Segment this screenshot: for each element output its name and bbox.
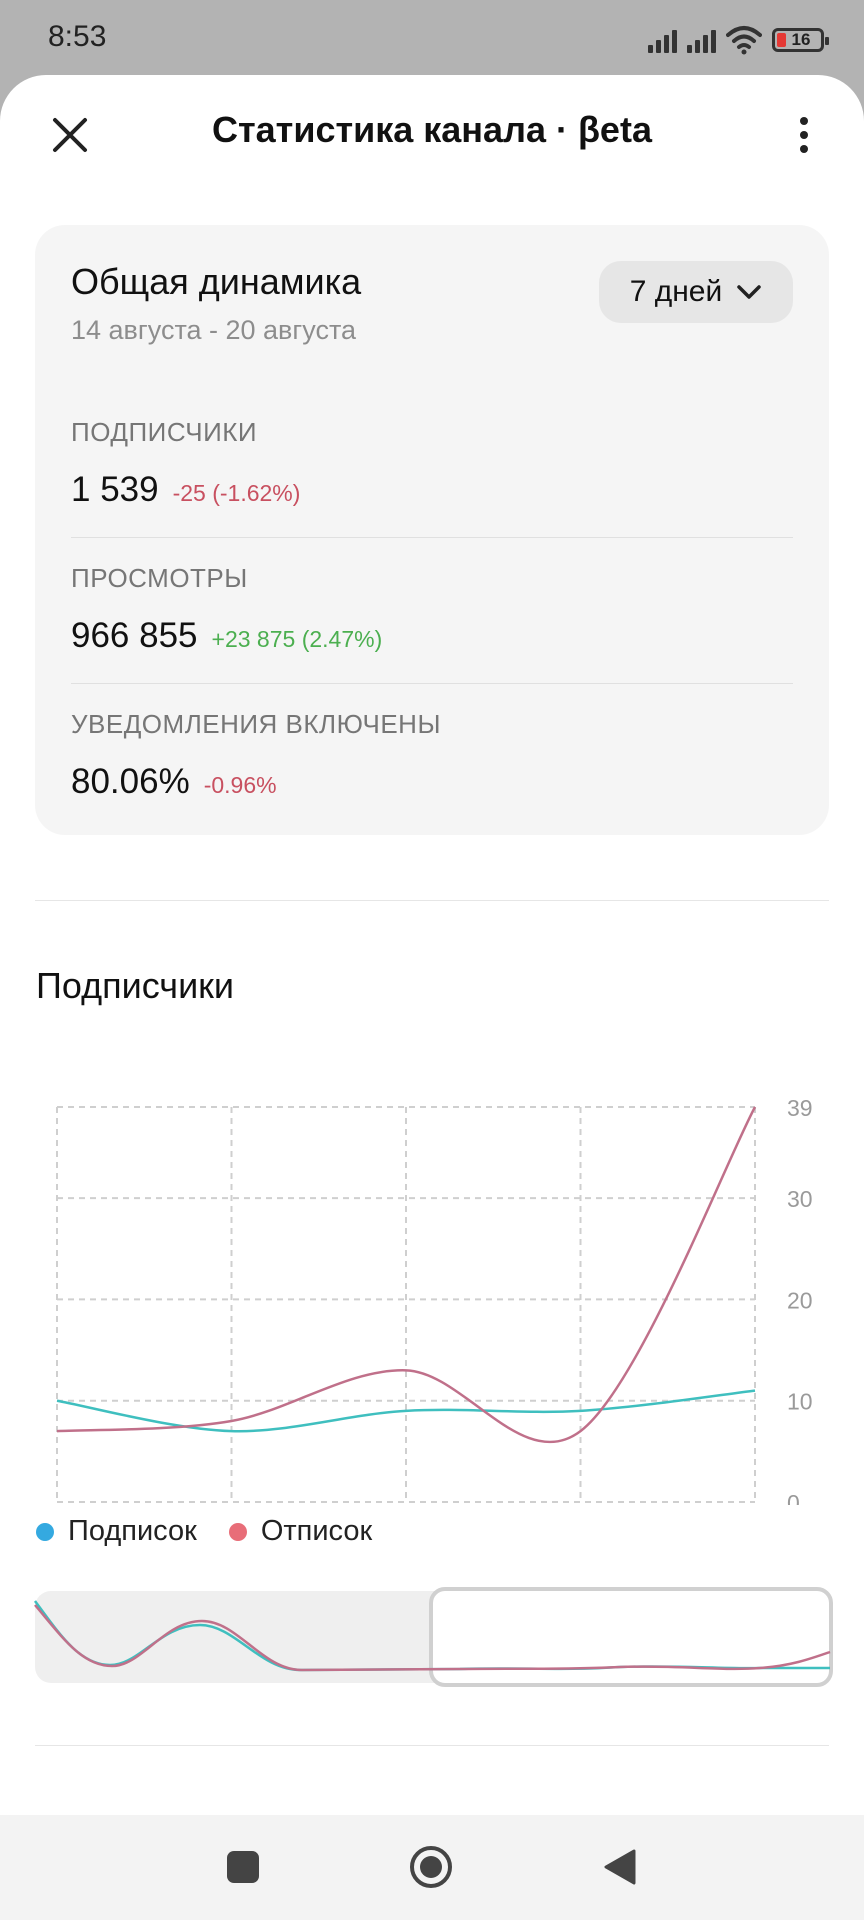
top-app-bar: Статистика канала · βeta	[0, 75, 864, 187]
metric-views: ПРОСМОТРЫ 966 855 +23 875 (2.47%)	[71, 563, 793, 656]
back-button[interactable]	[600, 1847, 640, 1887]
chart-legend: Подписок Отписок	[36, 1515, 372, 1548]
page-title: Статистика канала · βeta	[212, 109, 652, 150]
y-tick-label: 0	[787, 1490, 800, 1505]
section-divider	[35, 900, 829, 901]
battery-icon: 16	[772, 28, 829, 52]
recent-apps-button[interactable]	[227, 1851, 259, 1883]
signal-icon	[687, 27, 716, 53]
metric-label: ПРОСМОТРЫ	[71, 563, 248, 593]
period-dropdown[interactable]: 7 дней	[599, 261, 793, 323]
statistics-sheet: Статистика канала · βeta Общая динамика …	[0, 75, 864, 1815]
legend-item-subscribe[interactable]: Подписок	[36, 1515, 197, 1548]
chart-range-navigator[interactable]	[0, 1575, 864, 1695]
home-button[interactable]	[408, 1844, 454, 1890]
battery-level: 16	[791, 30, 811, 49]
status-time: 8:53	[48, 20, 107, 53]
metric-label: УВЕДОМЛЕНИЯ ВКЛЮЧЕНЫ	[71, 709, 441, 739]
y-tick-label: 30	[787, 1186, 813, 1212]
legend-item-unsubscribe[interactable]: Отписок	[228, 1515, 373, 1548]
legend-label: Отписок	[260, 1515, 373, 1547]
metric-subscribers: ПОДПИСЧИКИ 1 539 -25 (-1.62%)	[71, 417, 793, 510]
section-divider	[35, 1745, 829, 1746]
y-tick-label: 20	[787, 1287, 813, 1313]
metric-value: 1 539	[71, 470, 159, 509]
status-icons: 16	[648, 22, 829, 58]
legend-dot	[36, 1522, 54, 1541]
navigator-window[interactable]	[429, 1587, 833, 1687]
metric-notifications: УВЕДОМЛЕНИЯ ВКЛЮЧЕНЫ 80.06% -0.96%	[71, 709, 793, 802]
metric-change: -0.96%	[203, 772, 277, 798]
metric-divider	[71, 683, 793, 684]
wifi-icon	[726, 26, 762, 55]
overview-title: Общая динамика	[71, 261, 362, 302]
signal-icon	[648, 27, 677, 53]
more-vertical-icon	[800, 117, 808, 153]
period-label: 7 дней	[629, 275, 723, 308]
metric-change: +23 875 (2.47%)	[211, 626, 383, 652]
overview-date-range: 14 августа - 20 августа	[71, 315, 357, 345]
close-icon	[53, 118, 87, 152]
legend-label: Подписок	[68, 1515, 197, 1547]
subscribers-section-title: Подписчики	[36, 965, 235, 1006]
close-button[interactable]	[40, 105, 100, 165]
chevron-down-icon	[737, 285, 762, 299]
status-bar: 8:53 16	[0, 0, 864, 76]
metric-value: 966 855	[71, 616, 198, 655]
metric-change: -25 (-1.62%)	[172, 480, 301, 506]
y-tick-label: 39	[787, 1095, 813, 1121]
system-nav-bar	[0, 1815, 864, 1920]
metric-label: ПОДПИСЧИКИ	[71, 417, 258, 447]
overview-card: Общая динамика 14 августа - 20 августа 7…	[35, 225, 829, 835]
y-tick-label: 10	[787, 1389, 813, 1415]
legend-dot	[228, 1522, 247, 1541]
subscribers-chart: 01020303916.0817.0818.0819.0820.08	[56, 1095, 813, 1505]
more-options-button[interactable]	[784, 105, 824, 165]
metric-value: 80.06%	[71, 762, 190, 801]
metric-divider	[71, 537, 793, 538]
